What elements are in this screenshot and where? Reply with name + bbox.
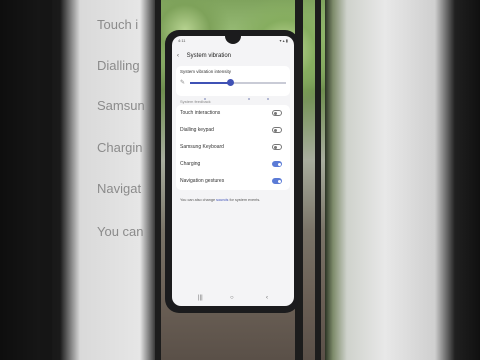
status-icons: ▾ ▴ ▮	[279, 38, 288, 43]
setting-row[interactable]: Samsung Keyboard	[176, 139, 290, 156]
background-bar	[40, 0, 52, 360]
background-label: Touch i	[97, 17, 139, 32]
background-label: Dialling	[97, 58, 140, 73]
setting-label: Dialling keypad	[180, 127, 214, 133]
status-time: 4:11	[178, 38, 186, 43]
blurred-background-left: Touch i Dialling Samsun Chargin Navigat …	[0, 0, 155, 360]
blurred-background-right	[325, 0, 480, 360]
window-bar	[315, 0, 321, 360]
window-bar	[155, 0, 161, 360]
page-header: ‹ System vibration	[177, 53, 231, 63]
back-nav-icon[interactable]: ‹	[266, 295, 268, 301]
setting-label: Charging	[180, 161, 201, 167]
toggle-knob	[278, 179, 282, 183]
setting-label: Samsung Keyboard	[180, 144, 224, 150]
phone-screen: 4:11 ▾ ▴ ▮ ‹ System vibration System vib…	[172, 36, 294, 306]
feedback-list: Touch interactions Dialling keypad Samsung…	[176, 105, 290, 190]
background-label: Navigat	[97, 181, 142, 196]
section-label: System feedback	[180, 99, 211, 104]
toggle-switch[interactable]	[272, 127, 282, 133]
page-title: System vibration	[186, 53, 232, 59]
footer-note: You can also change sounds for system ev…	[180, 198, 260, 202]
sounds-link[interactable]: sounds	[216, 198, 228, 202]
toggle-switch[interactable]	[272, 144, 282, 150]
background-label: Samsun	[97, 98, 145, 113]
status-bar: 4:11 ▾ ▴ ▮	[178, 38, 288, 44]
toggle-knob	[278, 162, 282, 166]
toggle-knob	[274, 111, 278, 115]
toggle-knob	[274, 145, 278, 149]
footer-text: for system events.	[228, 198, 261, 202]
setting-row[interactable]: Navigation gestures	[176, 173, 290, 190]
navigation-bar: ||| ○ ‹	[172, 292, 294, 306]
home-icon[interactable]: ○	[230, 295, 234, 301]
setting-label: Touch interactions	[180, 110, 221, 116]
video-frame: Touch i Dialling Samsun Chargin Navigat …	[0, 0, 480, 360]
slider-thumb[interactable]	[226, 79, 234, 86]
footer-text: You can also change	[180, 198, 217, 202]
setting-row[interactable]: Touch interactions	[176, 105, 290, 122]
toggle-switch[interactable]	[272, 110, 282, 116]
setting-row[interactable]: Charging	[176, 156, 290, 173]
toggle-switch[interactable]	[272, 178, 282, 184]
intensity-card: System vibration intensity ✎	[176, 66, 290, 100]
intensity-label: System vibration intensity	[180, 69, 232, 74]
slider-fill	[190, 82, 231, 84]
background-label: Chargin	[97, 140, 143, 155]
background-label: You can	[97, 224, 144, 239]
setting-label: Navigation gestures	[180, 178, 225, 184]
toggle-switch[interactable]	[272, 161, 282, 167]
slider-tick	[266, 97, 269, 100]
setting-row[interactable]: Dialling keypad	[176, 122, 290, 139]
recents-icon[interactable]: |||	[198, 295, 203, 301]
slider-tick	[247, 97, 250, 100]
toggle-knob	[274, 128, 278, 132]
vibration-icon: ✎	[180, 80, 186, 86]
intensity-slider[interactable]	[190, 82, 286, 100]
back-icon[interactable]: ‹	[177, 53, 185, 59]
